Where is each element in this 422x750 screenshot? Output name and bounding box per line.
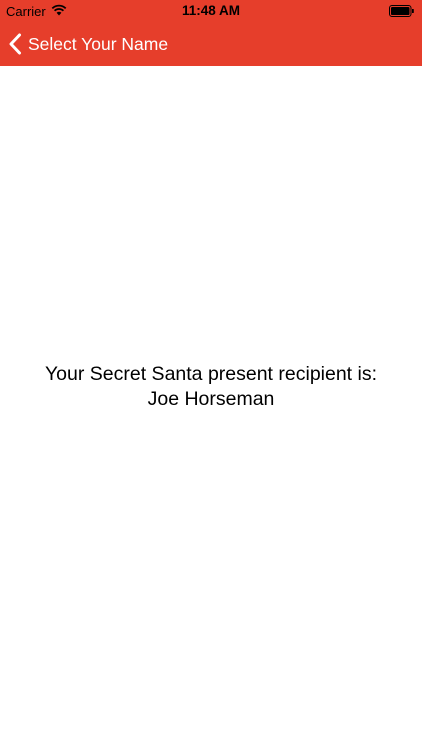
- recipient-name: Joe Horseman: [147, 388, 275, 410]
- battery-icon: [389, 5, 414, 17]
- back-button[interactable]: Select Your Name: [8, 22, 168, 66]
- navigation-bar: Select Your Name: [0, 22, 422, 66]
- chevron-left-icon: [9, 33, 21, 55]
- recipient-message: Your Secret Santa present recipient is: …: [0, 362, 422, 412]
- message-text: Your Secret Santa present recipient is:: [44, 363, 378, 385]
- top-bar: Carrier 11:48 AM Select Your Name: [0, 0, 422, 66]
- back-button-label: Select Your Name: [28, 33, 169, 54]
- clock: 11:48 AM: [181, 3, 241, 18]
- status-bar: Carrier 11:48 AM: [0, 0, 422, 22]
- main-content: Your Secret Santa present recipient is: …: [0, 66, 422, 750]
